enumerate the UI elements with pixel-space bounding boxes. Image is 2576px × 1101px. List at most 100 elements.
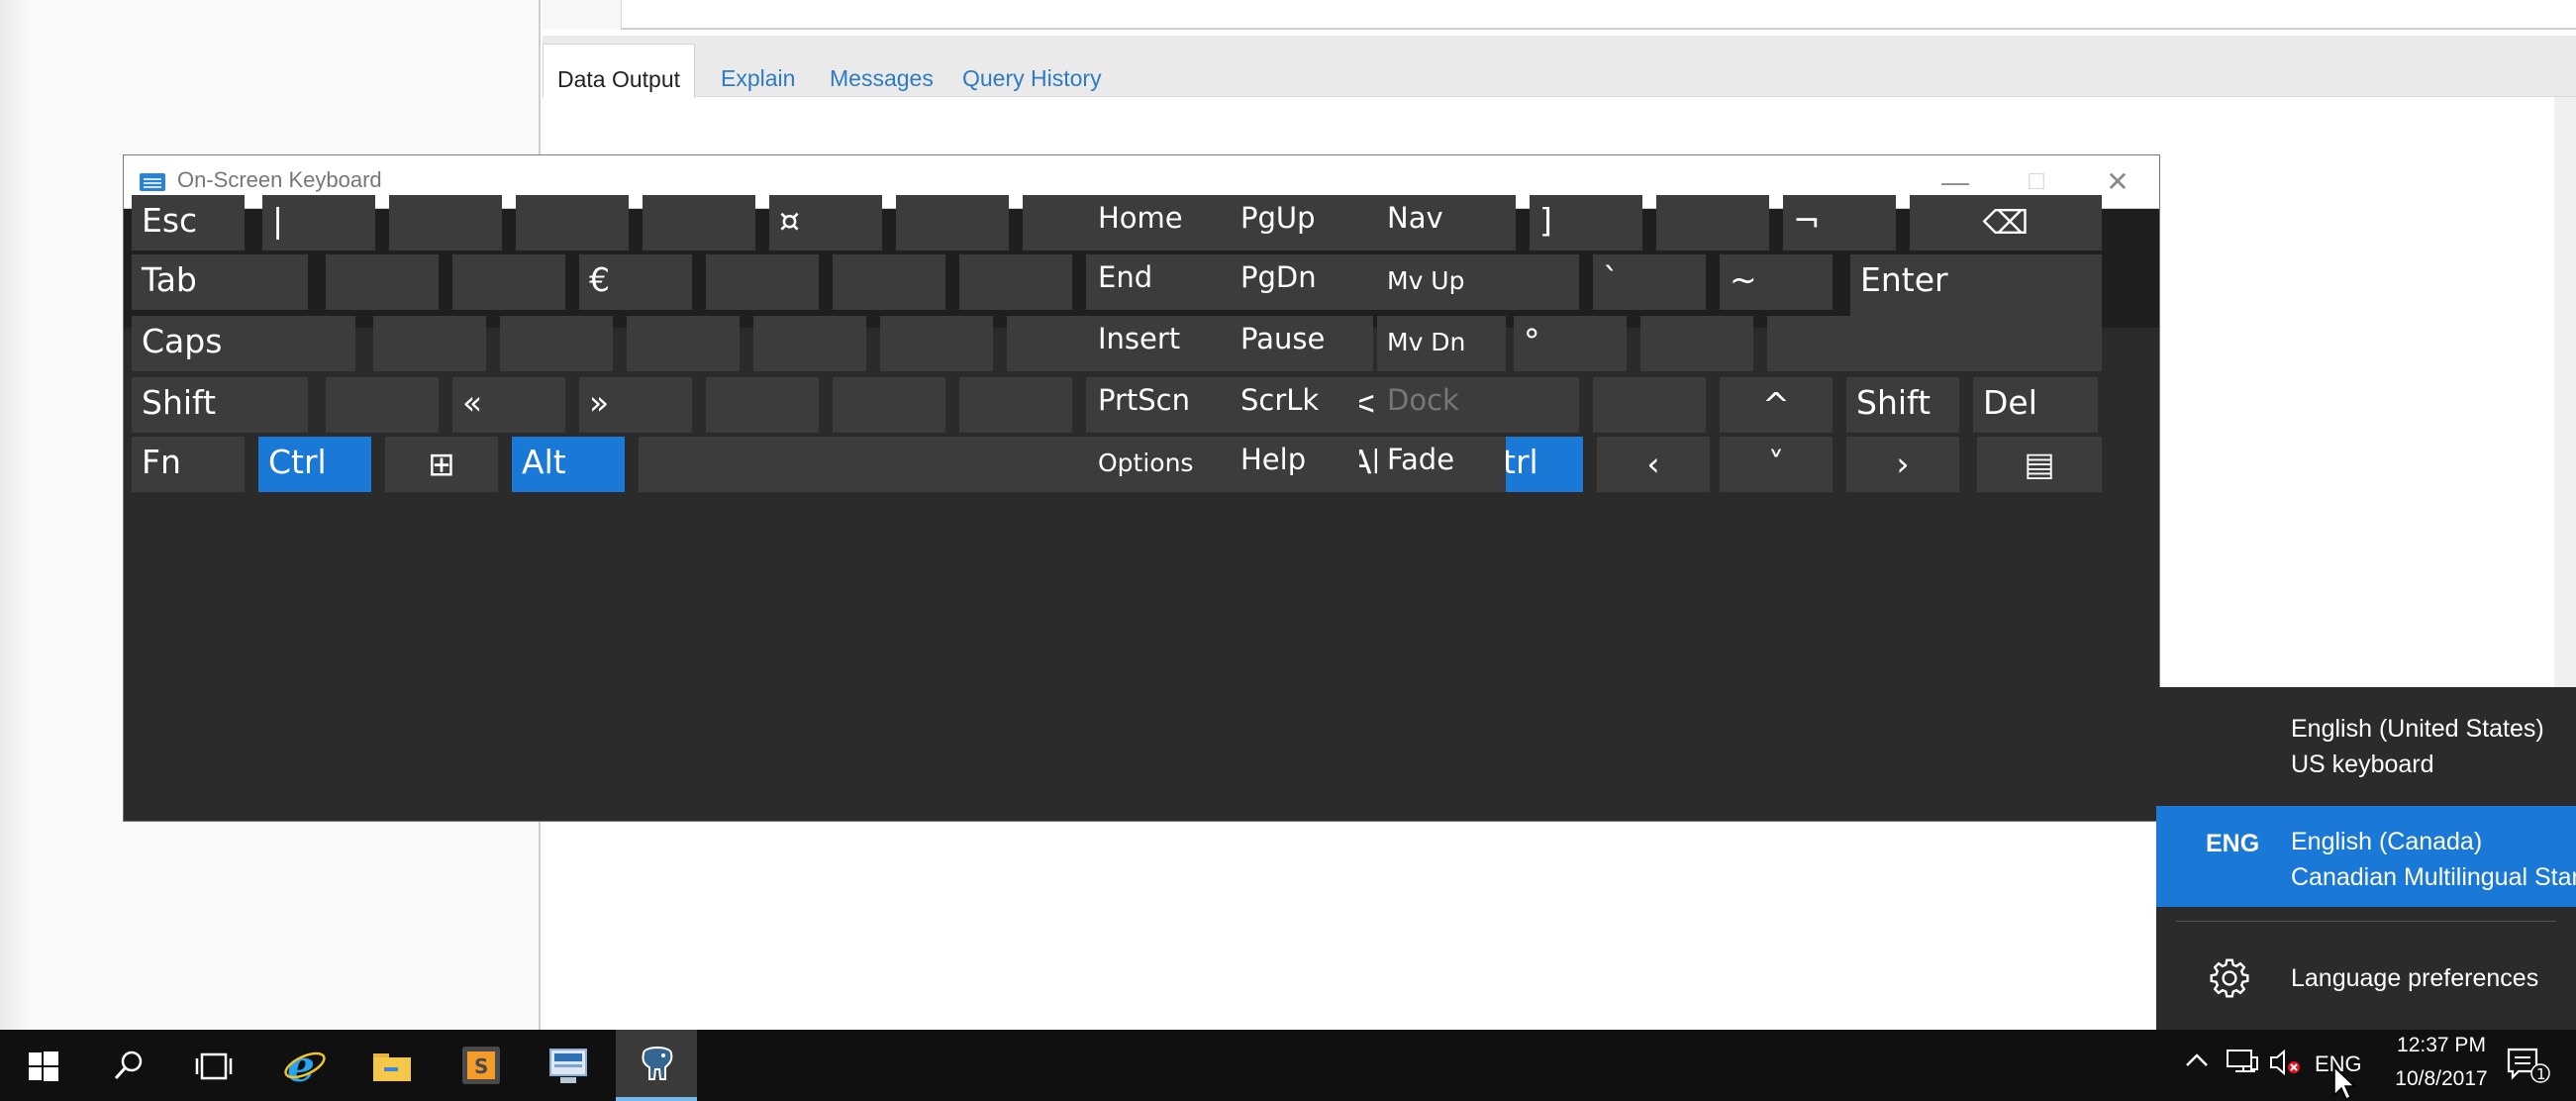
sublime-text-button[interactable]: S xyxy=(440,1030,521,1101)
tab-explain[interactable]: Explain xyxy=(707,44,809,97)
key-alt[interactable]: Alt xyxy=(512,437,625,492)
key-symbol[interactable]: » xyxy=(579,377,692,433)
key-prtscn[interactable]: PrtScn xyxy=(1088,377,1217,433)
key-del[interactable]: Del xyxy=(1973,377,2098,433)
key-symbol[interactable]: € xyxy=(579,254,692,310)
key-caps[interactable]: Caps xyxy=(132,316,355,371)
key-symbol[interactable]: ⌫ xyxy=(1910,195,2102,250)
key-esc[interactable]: Esc xyxy=(132,195,245,250)
key-dock[interactable]: Dock xyxy=(1377,377,1506,433)
key-tab[interactable]: Tab xyxy=(132,254,308,310)
key-blank[interactable] xyxy=(959,377,1072,433)
key-blank[interactable] xyxy=(833,254,945,310)
task-view-button[interactable] xyxy=(172,1030,253,1101)
key-symbol[interactable]: ° xyxy=(1514,316,1627,371)
key-mv-dn[interactable]: Mv Dn xyxy=(1377,316,1506,371)
key-symbol[interactable]: « xyxy=(452,377,565,433)
language-item-en-ca[interactable]: ENG English (Canada) Canadian Multilingu… xyxy=(2156,806,2576,907)
key-home[interactable]: Home xyxy=(1088,195,1217,250)
key-blank[interactable] xyxy=(1593,377,1706,433)
key-ctrl[interactable]: Ctrl xyxy=(258,437,371,492)
key-blank[interactable] xyxy=(516,195,629,250)
key-symbol[interactable]: ⊞ xyxy=(385,437,498,492)
key-label: Enter xyxy=(1860,260,1948,299)
key-label: ‹ xyxy=(1646,445,1660,483)
key-symbol[interactable]: ˅ xyxy=(1720,437,1833,492)
key-enter[interactable]: Enter xyxy=(1850,254,2102,371)
key-label: ⊞ xyxy=(428,445,455,483)
key-shift[interactable]: Shift xyxy=(132,377,308,433)
action-center-button[interactable]: 1 xyxy=(2505,1046,2554,1091)
pgadmin-button[interactable] xyxy=(616,1030,697,1101)
key-blank[interactable] xyxy=(500,316,613,371)
key-blank[interactable] xyxy=(639,437,1322,492)
clock-date[interactable]: 10/8/2017 xyxy=(2372,1067,2511,1091)
key-blank[interactable] xyxy=(1767,316,1880,371)
internet-explorer-icon: e xyxy=(284,1044,326,1087)
network-app-button[interactable] xyxy=(527,1030,608,1101)
key-end[interactable]: End xyxy=(1088,254,1217,310)
key-blank[interactable] xyxy=(833,377,945,433)
key-blank[interactable] xyxy=(373,316,486,371)
search-button[interactable] xyxy=(87,1030,168,1101)
key-symbol[interactable]: ^ xyxy=(1720,377,1833,433)
key-insert[interactable]: Insert xyxy=(1088,316,1217,371)
key-blank[interactable] xyxy=(1640,316,1753,371)
key-blank[interactable] xyxy=(643,195,755,250)
key-symbol[interactable]: ` xyxy=(1593,254,1706,310)
show-hidden-icons-button[interactable] xyxy=(2184,1048,2210,1079)
language-item-en-us[interactable]: English (United States) US keyboard xyxy=(2156,715,2576,794)
key-label: Caps xyxy=(142,322,223,360)
network-tray-button[interactable] xyxy=(2226,1048,2259,1083)
tab-query-history[interactable]: Query History xyxy=(948,44,1116,97)
key-blank[interactable] xyxy=(326,377,439,433)
key-blank[interactable] xyxy=(1656,195,1769,250)
key-help[interactable]: Help xyxy=(1231,437,1359,492)
chevron-up-icon xyxy=(2186,1053,2208,1066)
key-symbol[interactable]: ¤ xyxy=(769,195,882,250)
key-pgup[interactable]: PgUp xyxy=(1231,195,1359,250)
key-blank[interactable] xyxy=(959,254,1072,310)
key-fn[interactable]: Fn xyxy=(132,437,245,492)
key-pause[interactable]: Pause xyxy=(1231,316,1359,371)
key-symbol[interactable]: | xyxy=(262,195,375,250)
key-symbol[interactable]: ▤ xyxy=(1977,437,2102,492)
key-mv-up[interactable]: Mv Up xyxy=(1377,254,1506,310)
tab-data-output[interactable]: Data Output xyxy=(543,44,696,98)
key-symbol[interactable]: › xyxy=(1846,437,1959,492)
key-pgdn[interactable]: PgDn xyxy=(1231,254,1359,310)
key-label: Pause xyxy=(1240,322,1326,355)
key-blank[interactable] xyxy=(753,316,866,371)
key-blank[interactable] xyxy=(627,316,740,371)
key-blank[interactable] xyxy=(452,254,565,310)
key-blank[interactable] xyxy=(326,254,439,310)
key-symbol[interactable]: ~ xyxy=(1720,254,1833,310)
key-label: PgDn xyxy=(1240,260,1317,294)
key-shift[interactable]: Shift xyxy=(1846,377,1959,433)
key-label: Insert xyxy=(1098,322,1181,355)
volume-tray-button[interactable] xyxy=(2269,1048,2303,1083)
key-blank[interactable] xyxy=(706,254,819,310)
key-blank[interactable] xyxy=(706,377,819,433)
key-label: ° xyxy=(1524,322,1540,360)
key-scrlk[interactable]: ScrLk xyxy=(1231,377,1359,433)
network-icon xyxy=(2227,1050,2258,1072)
key-label: ] xyxy=(1539,201,1552,240)
language-preferences-label: Language preferences xyxy=(2291,964,2539,992)
file-explorer-button[interactable] xyxy=(350,1030,432,1101)
tab-messages[interactable]: Messages xyxy=(816,44,947,97)
key-symbol[interactable]: ‹ xyxy=(1597,437,1710,492)
internet-explorer-button[interactable]: e xyxy=(263,1030,345,1101)
key-fade[interactable]: Fade xyxy=(1377,437,1506,492)
clock-time[interactable]: 12:37 PM xyxy=(2372,1034,2511,1057)
start-button[interactable] xyxy=(2,1030,83,1101)
key-symbol[interactable]: ¬ xyxy=(1783,195,1896,250)
key-options[interactable]: Options xyxy=(1088,437,1217,492)
key-nav[interactable]: Nav xyxy=(1377,195,1506,250)
key-blank[interactable] xyxy=(880,316,993,371)
windows-start-icon xyxy=(29,1051,58,1081)
key-symbol[interactable]: ] xyxy=(1530,195,1642,250)
language-preferences-link[interactable]: Language preferences xyxy=(2156,941,2576,1016)
key-blank[interactable] xyxy=(896,195,1009,250)
key-blank[interactable] xyxy=(389,195,502,250)
